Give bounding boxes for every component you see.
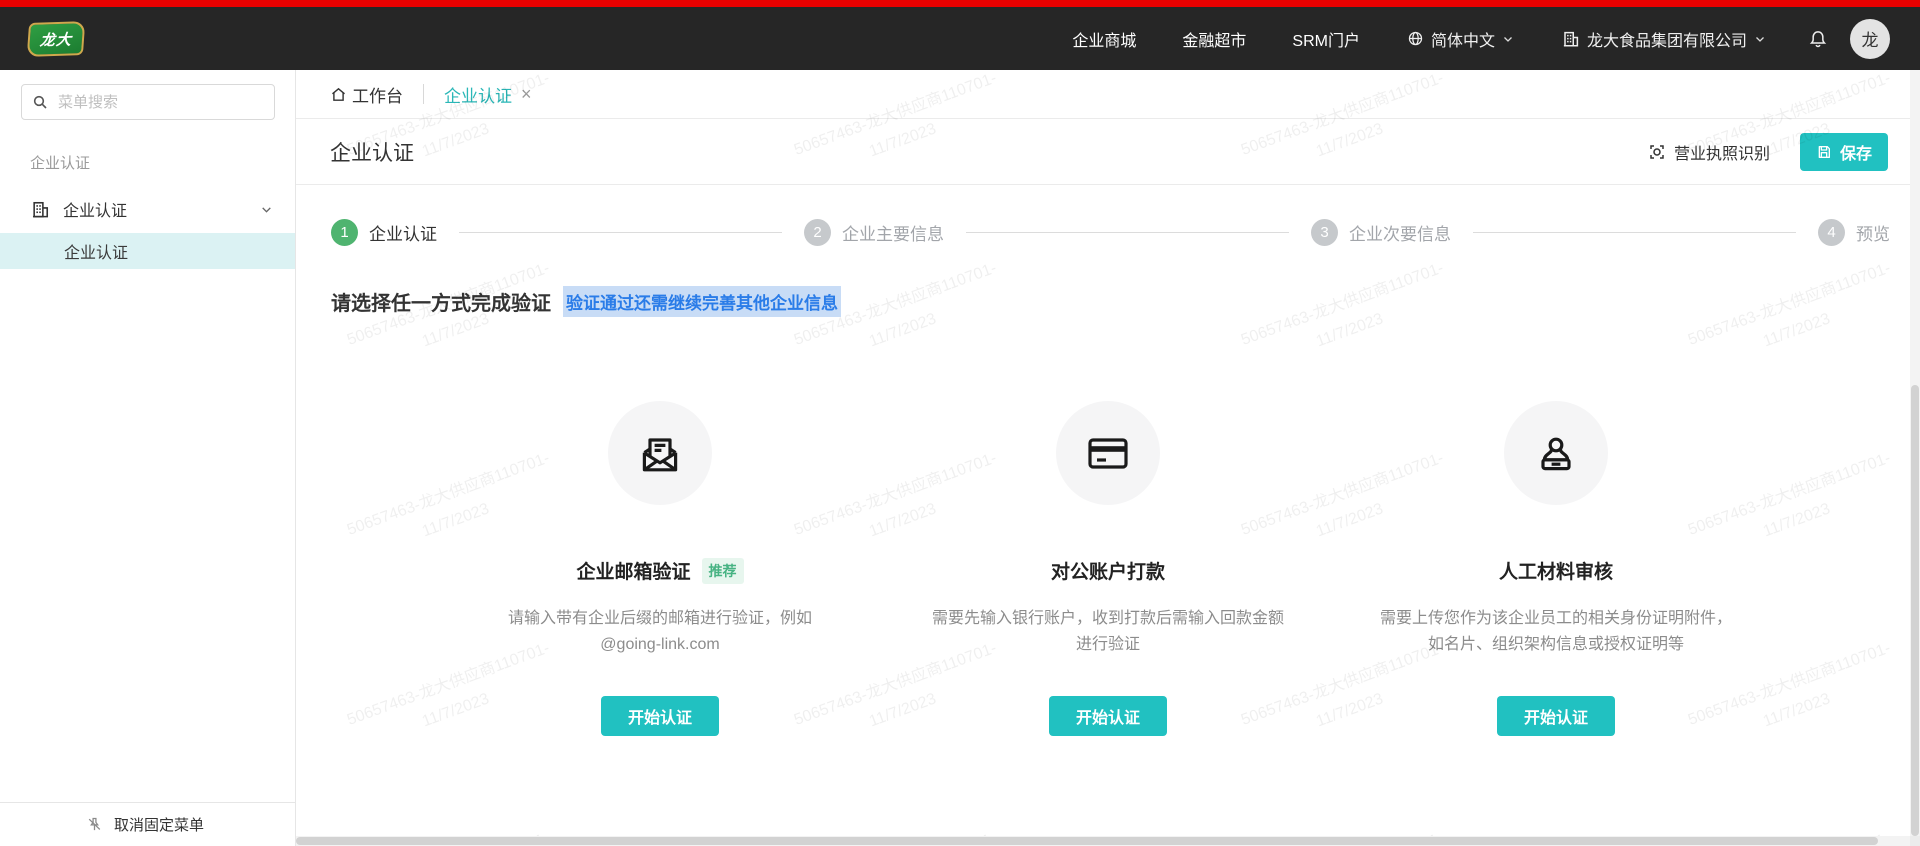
step-1-enterprise-cert: 1 企业认证: [331, 219, 437, 246]
sidebar-subitem-enterprise-cert-active[interactable]: 企业认证: [0, 233, 295, 269]
method-card-email: 企业邮箱验证 推荐 请输入带有企业后缀的邮箱进行验证，例如 @going-lin…: [436, 401, 884, 736]
step-wizard: 1 企业认证 2 企业主要信息 3 企业次要信息 4 预览: [331, 219, 1890, 246]
building-icon: [31, 200, 50, 219]
save-icon: [1816, 144, 1832, 160]
method-title: 企业邮箱验证: [576, 557, 690, 584]
method-title-row: 人工材料审核: [1499, 557, 1613, 584]
tab-separator: [423, 84, 424, 104]
app-header: 龙大 企业商城 金融超市 SRM门户 简体中文 龙大食品集团有限公司 龙: [0, 7, 1920, 70]
verify-note-highlighted: 验证通过还需继续完善其他企业信息: [563, 286, 841, 317]
company-switcher[interactable]: 龙大食品集团有限公司: [1562, 27, 1766, 51]
step-3-secondary-info: 3 企业次要信息: [1311, 219, 1451, 246]
scrollbar-corner: [1910, 836, 1920, 846]
language-label: 简体中文: [1431, 27, 1495, 51]
business-license-ocr-label: 营业执照识别: [1674, 140, 1770, 164]
tab-workbench-label: 工作台: [352, 82, 403, 107]
step-2-main-info: 2 企业主要信息: [804, 219, 944, 246]
business-license-ocr-button[interactable]: 营业执照识别: [1648, 140, 1770, 164]
method-card-manual-review: 人工材料审核 需要上传您作为该企业员工的相关身份证明附件，如名片、组织架构信息或…: [1332, 401, 1780, 736]
verification-methods: 企业邮箱验证 推荐 请输入带有企业后缀的邮箱进行验证，例如 @going-lin…: [436, 401, 1780, 736]
menu-search-input[interactable]: [21, 84, 275, 120]
language-selector[interactable]: 简体中文: [1407, 27, 1514, 51]
pin-slash-icon: [86, 816, 103, 833]
globe-icon: [1407, 30, 1424, 47]
method-icon-circle: [1056, 401, 1160, 505]
main-panel: 工作台 企业认证 × 企业认证 营业执照识别 保存: [296, 70, 1920, 846]
step-label: 企业主要信息: [842, 220, 944, 245]
step-connector: [459, 232, 782, 233]
chevron-down-icon: [1754, 33, 1766, 45]
top-red-strip: [0, 0, 1920, 7]
step-number: 3: [1311, 219, 1338, 246]
tab-workbench[interactable]: 工作台: [330, 82, 403, 107]
tab-enterprise-cert[interactable]: 企业认证 ×: [444, 82, 532, 107]
open-envelope-icon: [636, 429, 684, 477]
start-cert-email-button[interactable]: 开始认证: [601, 696, 719, 736]
method-icon-circle: [608, 401, 712, 505]
bank-card-icon: [1084, 429, 1132, 477]
unpin-menu-button[interactable]: 取消固定菜单: [0, 802, 295, 846]
step-connector: [1473, 232, 1796, 233]
user-avatar[interactable]: 龙: [1850, 19, 1890, 59]
save-label: 保存: [1840, 140, 1872, 164]
page-title-bar: 企业认证 营业执照识别 保存: [296, 119, 1920, 185]
step-number: 4: [1818, 219, 1845, 246]
menu-search: [21, 84, 275, 120]
method-description: 需要上传您作为该企业员工的相关身份证明附件，如名片、组织架构信息或授权证明等: [1379, 606, 1734, 658]
save-button[interactable]: 保存: [1800, 133, 1888, 171]
horizontal-scrollbar-thumb[interactable]: [296, 837, 1878, 845]
vertical-scrollbar[interactable]: [1910, 70, 1920, 836]
step-label: 预览: [1856, 220, 1890, 245]
method-icon-circle: [1504, 401, 1608, 505]
start-cert-bank-button[interactable]: 开始认证: [1049, 696, 1167, 736]
sidebar-fill: [0, 269, 295, 802]
nav-enterprise-mall[interactable]: 企业商城: [1072, 27, 1136, 51]
sidebar-item-enterprise-cert[interactable]: 企业认证: [0, 185, 295, 233]
vertical-scrollbar-thumb[interactable]: [1911, 385, 1919, 836]
start-cert-manual-button[interactable]: 开始认证: [1497, 696, 1615, 736]
step-label: 企业认证: [369, 220, 437, 245]
chevron-down-icon: [260, 203, 273, 216]
verify-heading-row: 请选择任一方式完成验证 验证通过还需继续完善其他企业信息: [331, 286, 1890, 317]
bell-icon: [1808, 29, 1828, 49]
method-title-row: 企业邮箱验证 推荐: [576, 557, 743, 584]
company-name: 龙大食品集团有限公司: [1587, 27, 1747, 51]
content-area: 1 企业认证 2 企业主要信息 3 企业次要信息 4 预览: [296, 185, 1920, 846]
verify-heading: 请选择任一方式完成验证: [331, 287, 551, 316]
building-icon: [1562, 30, 1580, 48]
chevron-down-icon: [1502, 33, 1514, 45]
method-description: 需要先输入银行账户，收到打款后需输入回款金额进行验证: [931, 606, 1286, 658]
home-icon: [330, 86, 347, 103]
nav-finance-supermarket[interactable]: 金融超市: [1182, 27, 1246, 51]
step-number: 2: [804, 219, 831, 246]
tab-bar: 工作台 企业认证 ×: [296, 70, 1920, 119]
stamp-icon: [1532, 429, 1580, 477]
tab-enterprise-cert-label: 企业认证: [444, 82, 512, 107]
method-title: 人工材料审核: [1499, 557, 1613, 584]
sidebar-item-label: 企业认证: [63, 197, 260, 221]
close-icon[interactable]: ×: [521, 85, 532, 103]
unpin-menu-label: 取消固定菜单: [114, 814, 204, 835]
nav-srm-portal[interactable]: SRM门户: [1292, 27, 1360, 51]
page-title: 企业认证: [330, 137, 414, 167]
method-title: 对公账户打款: [1051, 557, 1165, 584]
app-body: 企业认证 企业认证 企业认证 取消固定菜单 工作台: [0, 70, 1920, 846]
step-connector: [966, 232, 1289, 233]
search-icon: [32, 94, 48, 110]
recommended-badge: 推荐: [702, 558, 744, 584]
step-4-preview: 4 预览: [1818, 219, 1890, 246]
step-number: 1: [331, 219, 358, 246]
sidebar-group-label: 企业认证: [30, 152, 295, 173]
notifications-button[interactable]: [1808, 29, 1828, 49]
method-title-row: 对公账户打款: [1051, 557, 1165, 584]
method-description: 请输入带有企业后缀的邮箱进行验证，例如 @going-link.com: [483, 606, 838, 658]
step-label: 企业次要信息: [1349, 220, 1451, 245]
method-card-bank-transfer: 对公账户打款 需要先输入银行账户，收到打款后需输入回款金额进行验证 开始认证: [884, 401, 1332, 736]
horizontal-scrollbar[interactable]: [296, 836, 1910, 846]
sidebar: 企业认证 企业认证 企业认证 取消固定菜单: [0, 70, 296, 846]
scan-icon: [1648, 143, 1666, 161]
brand-logo[interactable]: 龙大: [27, 21, 86, 57]
